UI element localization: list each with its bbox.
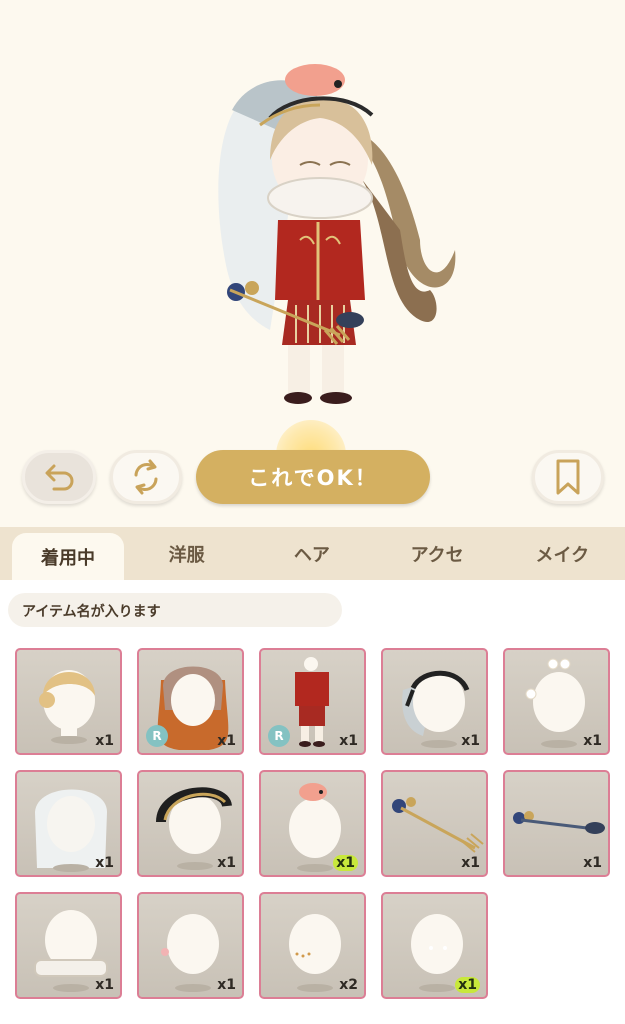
item-cell[interactable]: x1 xyxy=(137,770,244,877)
undo-arrow-icon xyxy=(45,464,74,491)
item-quantity: x1 xyxy=(461,855,480,871)
rarity-badge: R xyxy=(146,725,168,747)
item-cell[interactable]: x1 xyxy=(137,892,244,999)
item-panel: アイテム名が入ります x1 R x1 R x1 x1 x1 x1 x1 x1 x… xyxy=(0,580,625,1024)
tab-wearing[interactable]: 着用中 xyxy=(12,533,124,580)
randomize-button[interactable] xyxy=(110,450,182,504)
avatar-stage: これでOK！ xyxy=(0,0,625,527)
item-cell[interactable]: x1 xyxy=(259,770,366,877)
tab-accessory[interactable]: アクセ xyxy=(375,527,500,580)
tab-label: メイク xyxy=(535,544,590,566)
avatar-character xyxy=(218,64,456,404)
confirm-ok-button[interactable]: これでOK！ xyxy=(196,450,430,504)
tab-label: 着用中 xyxy=(41,547,95,569)
shuffle-icon xyxy=(134,459,158,495)
item-quantity: x1 xyxy=(217,977,236,993)
tab-clothes[interactable]: 洋服 xyxy=(124,527,249,580)
item-quantity: x1 xyxy=(461,733,480,749)
item-cell[interactable]: R x1 xyxy=(137,648,244,755)
bookmark-button[interactable] xyxy=(532,450,604,504)
tab-label: ヘア xyxy=(293,544,330,566)
item-cell[interactable]: x1 xyxy=(381,892,488,999)
item-quantity: x1 xyxy=(583,733,602,749)
tab-makeup[interactable]: メイク xyxy=(500,527,625,580)
bookmark-icon xyxy=(556,459,580,495)
item-cell[interactable]: x1 xyxy=(503,648,610,755)
undo-button[interactable] xyxy=(22,450,96,504)
category-tabs: 着用中 洋服 ヘア アクセ メイク xyxy=(0,527,625,580)
item-cell[interactable]: R x1 xyxy=(259,648,366,755)
item-quantity-new: x1 xyxy=(333,855,358,871)
tab-label: アクセ xyxy=(410,544,464,566)
item-quantity-new: x1 xyxy=(455,977,480,993)
confirm-ok-label: これでOK！ xyxy=(248,466,378,490)
item-quantity: x1 xyxy=(95,855,114,871)
item-name-display: アイテム名が入ります xyxy=(8,593,342,627)
item-cell[interactable]: x2 xyxy=(259,892,366,999)
tab-label: 洋服 xyxy=(168,544,205,566)
rarity-badge: R xyxy=(268,725,290,747)
item-quantity: x1 xyxy=(217,855,236,871)
item-quantity: x1 xyxy=(95,977,114,993)
item-quantity: x1 xyxy=(217,733,236,749)
item-cell[interactable]: x1 xyxy=(15,892,122,999)
item-cell[interactable]: x1 xyxy=(503,770,610,877)
item-quantity: x1 xyxy=(339,733,358,749)
item-quantity: x1 xyxy=(583,855,602,871)
item-cell[interactable]: x1 xyxy=(15,770,122,877)
item-quantity: x1 xyxy=(95,733,114,749)
tab-hair[interactable]: ヘア xyxy=(249,527,374,580)
item-quantity: x2 xyxy=(339,977,358,993)
item-cell[interactable]: x1 xyxy=(381,770,488,877)
item-cell[interactable]: x1 xyxy=(15,648,122,755)
item-cell[interactable]: x1 xyxy=(381,648,488,755)
